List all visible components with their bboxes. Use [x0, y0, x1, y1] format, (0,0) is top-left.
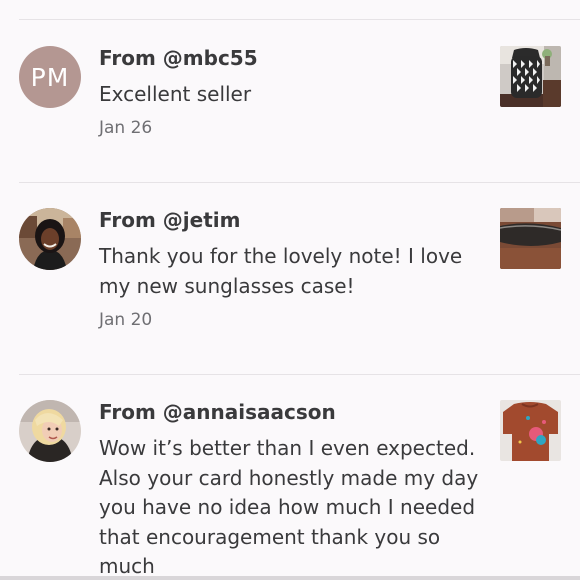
review-author[interactable]: From @mbc55	[99, 46, 258, 70]
listing-photo-image	[500, 46, 561, 107]
reviews-screen: PM From @mbc55 Excellent seller Jan 26 F…	[0, 0, 580, 580]
review-author[interactable]: From @annaisaacson	[99, 400, 336, 424]
avatar[interactable]: PM	[19, 46, 81, 108]
avatar[interactable]	[19, 208, 81, 270]
listing-photo-image	[500, 208, 561, 269]
listing-thumbnail[interactable]	[500, 208, 561, 269]
review-author[interactable]: From @jetim	[99, 208, 240, 232]
review-message: Thank you for the lovely note! I love my…	[99, 244, 463, 298]
divider	[19, 374, 580, 375]
user-photo-image	[19, 208, 81, 270]
user-photo-image	[19, 400, 81, 462]
review-date: Jan 26	[99, 118, 153, 138]
listing-photo-image	[500, 400, 561, 461]
divider	[19, 182, 580, 183]
bottom-edge	[0, 576, 580, 580]
review-message: Wow it’s better than I even expected. Al…	[99, 436, 479, 578]
listing-thumbnail[interactable]	[500, 400, 561, 461]
review-message: Excellent seller	[99, 82, 252, 106]
divider	[19, 19, 580, 20]
avatar[interactable]	[19, 400, 81, 462]
avatar-initials: PM	[30, 62, 70, 92]
review-date: Jan 20	[99, 310, 153, 330]
listing-thumbnail[interactable]	[500, 46, 561, 107]
